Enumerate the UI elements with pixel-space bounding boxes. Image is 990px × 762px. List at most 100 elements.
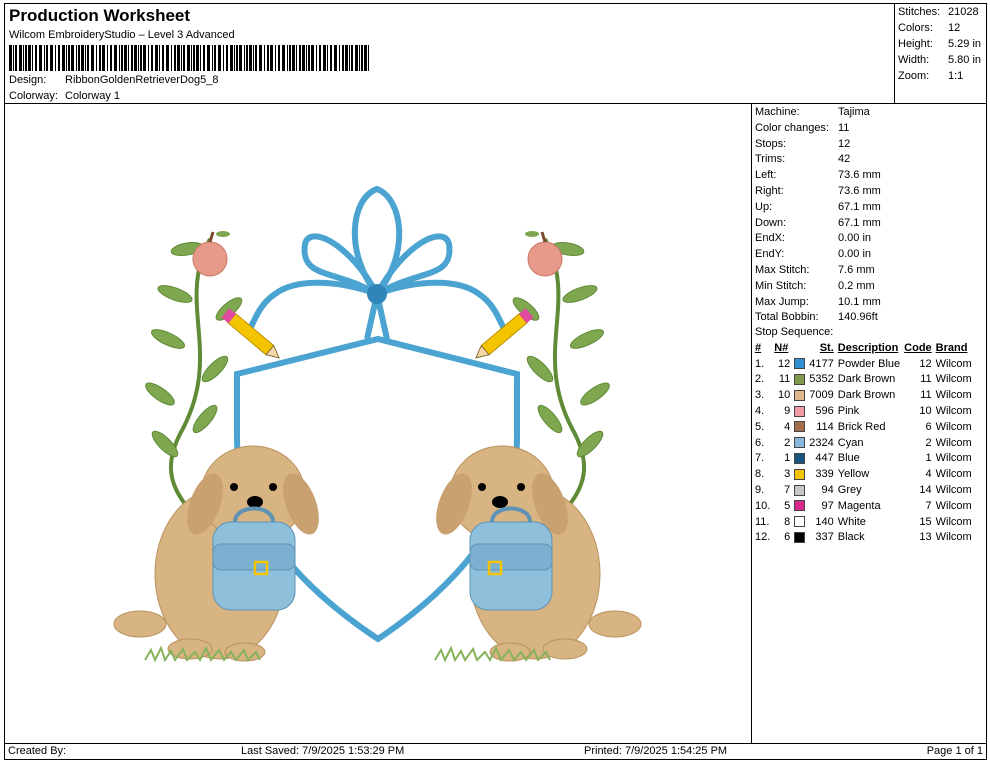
row-index: 6. bbox=[755, 436, 765, 449]
row-description: Black bbox=[837, 531, 865, 544]
row-brand: Wilcom bbox=[935, 373, 972, 386]
info-row: Machine: Tajima bbox=[755, 106, 870, 118]
row-description: Dark Brown bbox=[837, 389, 896, 402]
row-index: 1. bbox=[755, 357, 765, 370]
colorway-label: Colorway: bbox=[9, 90, 58, 102]
table-row[interactable]: 11. 8 140 White 15 Wilcom bbox=[753, 514, 974, 530]
left-dog bbox=[113, 445, 319, 662]
worksheet-title: Production Worksheet bbox=[9, 6, 191, 25]
row-description: Pink bbox=[837, 405, 860, 418]
row-code: 15 bbox=[919, 515, 932, 528]
design-name: RibbonGoldenRetrieverDog5_8 bbox=[65, 74, 219, 86]
table-row[interactable]: 1. 12 4177 Powder Blue 12 Wilcom bbox=[753, 356, 974, 372]
table-row[interactable]: 8. 3 339 Yellow 4 Wilcom bbox=[753, 466, 974, 482]
row-stitches: 97 bbox=[821, 499, 834, 512]
row-brand: Wilcom bbox=[935, 531, 972, 544]
color-swatch bbox=[794, 532, 806, 544]
row-index: 2. bbox=[755, 373, 765, 386]
color-swatch bbox=[794, 374, 806, 386]
right-dog bbox=[436, 445, 642, 662]
color-swatch bbox=[794, 453, 806, 465]
info-value: 10.1 mm bbox=[838, 295, 881, 308]
row-code: 11 bbox=[920, 389, 932, 402]
row-index: 5. bbox=[755, 420, 765, 433]
row-description: Cyan bbox=[837, 436, 864, 449]
row-needle: 10 bbox=[772, 387, 807, 403]
col-index: # bbox=[755, 341, 762, 354]
row-index: 12. bbox=[755, 531, 771, 544]
info-label: Machine: bbox=[755, 106, 800, 118]
col-description: Description bbox=[837, 341, 899, 354]
color-swatch bbox=[794, 437, 806, 449]
info-row: EndY: 0.00 in bbox=[755, 248, 871, 260]
info-label: Stops: bbox=[755, 137, 787, 150]
color-swatch bbox=[794, 421, 806, 433]
info-value: 12 bbox=[838, 137, 851, 150]
design-label: Design: bbox=[9, 74, 47, 86]
row-stitches: 596 bbox=[815, 405, 834, 418]
table-row[interactable]: 5. 4 114 Brick Red 6 Wilcom bbox=[753, 419, 974, 435]
row-code: 1 bbox=[925, 452, 932, 465]
row-description: Dark Brown bbox=[837, 373, 896, 386]
row-stitches: 337 bbox=[815, 531, 834, 544]
software-subtitle: Wilcom EmbroideryStudio – Level 3 Advanc… bbox=[9, 29, 235, 41]
col-code: Code bbox=[904, 341, 932, 354]
info-value: 11 bbox=[838, 121, 850, 134]
info-row: Right: 73.6 mm bbox=[755, 185, 881, 197]
colorway-value: Colorway 1 bbox=[65, 90, 121, 102]
row-code: 13 bbox=[919, 531, 932, 544]
printed-date: Printed: 7/9/2025 1:54:25 PM bbox=[584, 745, 728, 757]
left-apple bbox=[192, 231, 230, 277]
row-code: 7 bbox=[925, 499, 932, 512]
info-value: 42 bbox=[838, 153, 851, 166]
info-value: 0.2 mm bbox=[838, 279, 875, 292]
row-index: 11. bbox=[755, 515, 770, 528]
table-row[interactable]: 6. 2 2324 Cyan 2 Wilcom bbox=[753, 435, 974, 451]
barcode-image bbox=[9, 45, 369, 71]
row-needle: 3 bbox=[772, 466, 807, 482]
row-needle: 11 bbox=[772, 372, 807, 388]
row-description: Magenta bbox=[837, 499, 881, 512]
row-stitches: 447 bbox=[815, 452, 834, 465]
row-brand: Wilcom bbox=[935, 515, 972, 528]
row-brand: Wilcom bbox=[935, 436, 972, 449]
row-stitches: 4177 bbox=[809, 357, 834, 370]
info-label: Up: bbox=[755, 200, 773, 213]
stat-height: Height: 5.29 in bbox=[898, 38, 982, 50]
stat-stitches: Stitches: 21028 bbox=[898, 6, 979, 18]
info-row: Down: 67.1 mm bbox=[755, 216, 881, 229]
table-row[interactable]: 7. 1 447 Blue 1 Wilcom bbox=[753, 451, 974, 467]
info-row: EndX: 0.00 in bbox=[755, 232, 871, 245]
row-code: 4 bbox=[925, 468, 932, 481]
stop-sequence-label: Stop Sequence: bbox=[755, 326, 834, 338]
row-index: 3. bbox=[755, 389, 765, 402]
info-row: Left: 73.6 mm bbox=[755, 169, 881, 181]
row-description: Grey bbox=[837, 484, 862, 497]
row-description: White bbox=[837, 515, 866, 528]
embroidery-design-image bbox=[113, 185, 642, 663]
color-swatch bbox=[794, 389, 806, 401]
info-label: Trims: bbox=[755, 153, 786, 166]
stat-width: Width: 5.80 in bbox=[898, 54, 982, 66]
col-brand: Brand bbox=[935, 341, 968, 354]
created-by: Created By: bbox=[8, 745, 67, 757]
info-label: EndX: bbox=[755, 232, 785, 245]
info-label: Right: bbox=[755, 185, 784, 197]
table-row[interactable]: 9. 7 94 Grey 14 Wilcom bbox=[753, 482, 974, 498]
color-swatch bbox=[794, 500, 806, 512]
info-row: Color changes: 11 bbox=[755, 122, 849, 134]
page-number: Page 1 of 1 bbox=[926, 745, 983, 757]
row-code: 11 bbox=[920, 373, 932, 386]
table-row[interactable]: 10. 5 97 Magenta 7 Wilcom bbox=[753, 498, 974, 514]
table-row[interactable]: 12. 6 337 Black 13 Wilcom bbox=[753, 530, 974, 546]
table-row[interactable]: 3. 10 7009 Dark Brown 11 Wilcom bbox=[753, 387, 974, 403]
info-label: Down: bbox=[755, 216, 787, 229]
row-index: 9. bbox=[755, 484, 765, 497]
row-code: 2 bbox=[925, 436, 932, 449]
table-row[interactable]: 2. 11 5352 Dark Brown 11 Wilcom bbox=[753, 372, 974, 388]
row-stitches: 140 bbox=[815, 515, 834, 528]
design-preview-canvas[interactable] bbox=[4, 103, 752, 744]
row-description: Brick Red bbox=[837, 420, 886, 433]
row-needle: 1 bbox=[772, 451, 807, 467]
table-row[interactable]: 4. 9 596 Pink 10 Wilcom bbox=[753, 403, 974, 419]
